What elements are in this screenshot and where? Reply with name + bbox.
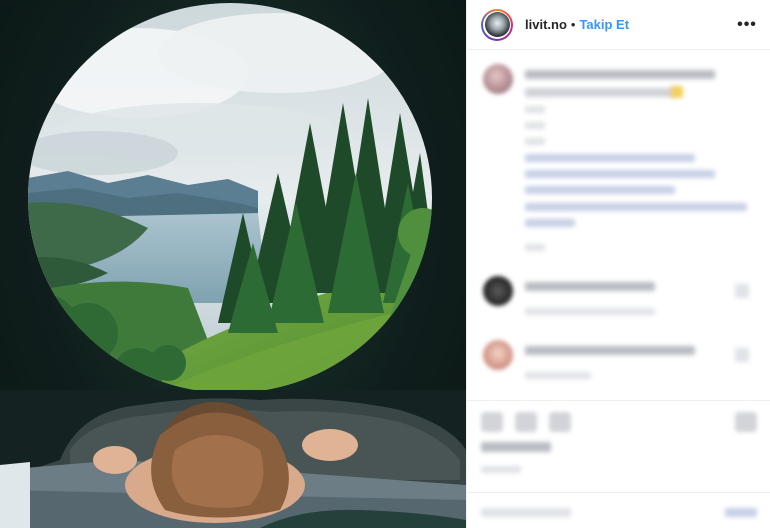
post-date bbox=[481, 466, 521, 473]
caption-line bbox=[525, 88, 675, 97]
caption-line bbox=[525, 122, 545, 129]
caption-hashtags[interactable] bbox=[525, 170, 715, 178]
caption-time bbox=[525, 244, 545, 251]
share-icon[interactable] bbox=[549, 412, 571, 432]
comment-text bbox=[525, 346, 695, 355]
caption-avatar[interactable] bbox=[483, 64, 513, 94]
instagram-post: livit.no • Takip Et ••• bbox=[0, 0, 770, 528]
username-link[interactable]: livit.no bbox=[525, 17, 567, 32]
separator-dot: • bbox=[570, 17, 576, 32]
comment-icon[interactable] bbox=[515, 412, 537, 432]
caption-hashtags[interactable] bbox=[525, 219, 575, 227]
avatar-ring bbox=[483, 10, 511, 39]
bed-foreground bbox=[0, 390, 466, 528]
caption-emoji bbox=[671, 86, 683, 98]
post-photo[interactable] bbox=[0, 0, 466, 528]
post-header: livit.no • Takip Et ••• bbox=[467, 0, 770, 50]
heart-icon[interactable] bbox=[735, 284, 749, 298]
bookmark-icon[interactable] bbox=[735, 412, 757, 432]
likes-count[interactable] bbox=[481, 442, 551, 452]
round-window-view bbox=[28, 3, 432, 393]
caption-line bbox=[525, 106, 545, 113]
heart-icon[interactable] bbox=[481, 412, 503, 432]
caption-line bbox=[525, 70, 715, 79]
follow-button[interactable]: Takip Et bbox=[579, 17, 629, 32]
comment-meta bbox=[525, 308, 655, 315]
comment-meta bbox=[525, 372, 591, 379]
caption-line bbox=[525, 138, 545, 145]
comment-text bbox=[525, 282, 655, 291]
person-on-bed-illustration bbox=[0, 390, 466, 528]
comment-avatar[interactable] bbox=[483, 340, 513, 370]
heart-icon[interactable] bbox=[735, 348, 749, 362]
add-comment-input[interactable] bbox=[481, 508, 571, 517]
divider bbox=[467, 400, 770, 401]
profile-avatar[interactable] bbox=[481, 8, 513, 41]
post-side-panel: livit.no • Takip Et ••• bbox=[466, 0, 770, 528]
comment-avatar[interactable] bbox=[483, 276, 513, 306]
landscape-illustration bbox=[28, 3, 432, 393]
caption-hashtags[interactable] bbox=[525, 203, 747, 211]
avatar-image bbox=[484, 12, 510, 37]
caption-hashtags[interactable] bbox=[525, 154, 695, 162]
caption-hashtags[interactable] bbox=[525, 186, 675, 194]
divider bbox=[467, 492, 770, 493]
more-options-icon[interactable]: ••• bbox=[735, 13, 759, 37]
post-comment-button[interactable] bbox=[725, 508, 757, 517]
